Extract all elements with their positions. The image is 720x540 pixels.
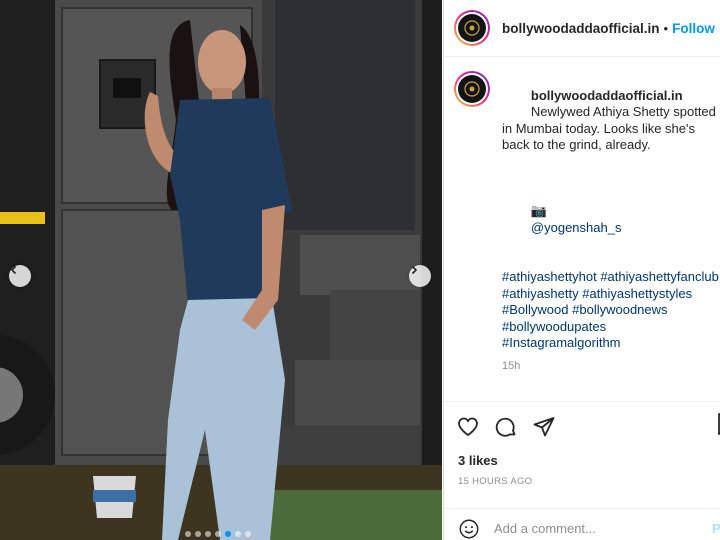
post-header: bollywoodaddaofficial.in • Follow ••• [444, 0, 720, 57]
separator-dot: • [663, 20, 669, 36]
comment-input[interactable] [494, 521, 694, 536]
hashtag-link[interactable]: #athiyashettyfanclub [600, 269, 719, 284]
caption-time[interactable]: 15h [502, 358, 720, 375]
follow-button[interactable]: Follow [672, 21, 715, 36]
caption-text: Newlywed Athiya Shetty spotted in Mumbai… [502, 104, 720, 152]
carousel-dot [185, 531, 191, 537]
chevron-right-icon [411, 265, 418, 275]
heart-icon [458, 417, 478, 436]
photo-credit-link[interactable]: @yogenshah_s [531, 220, 622, 235]
hashtag-list: #athiyashettyhot #athiyashettyfanclub #a… [502, 269, 720, 352]
carousel-next-button[interactable] [409, 265, 431, 287]
smiley-icon [459, 519, 479, 538]
paper-plane-icon [533, 416, 555, 436]
share-button[interactable] [532, 415, 556, 439]
caption-text-block: bollywoodaddaofficial.in Newlywed Athiya… [502, 71, 720, 400]
hashtag-link[interactable]: #bollywoodupates [502, 319, 606, 334]
comment-button[interactable] [494, 415, 518, 439]
caption-section: bollywoodaddaofficial.in Newlywed Athiya… [444, 57, 720, 400]
carousel-previous-button[interactable] [9, 265, 31, 287]
author-username[interactable]: bollywoodaddaofficial.in [502, 21, 660, 36]
carousel-dot [195, 531, 201, 537]
caption-username[interactable]: bollywoodaddaofficial.in [531, 88, 683, 103]
author-avatar[interactable] [454, 10, 490, 46]
likes-count[interactable]: 3 likes [458, 453, 498, 468]
hashtag-link[interactable]: #athiyashettyhot [502, 269, 597, 284]
carousel-dot [205, 531, 211, 537]
action-bar [444, 401, 720, 451]
carousel-dot [215, 531, 221, 537]
carousel-dot [245, 531, 251, 537]
post-side-panel: bollywoodaddaofficial.in • Follow ••• bo… [443, 0, 720, 540]
bollywood-adda-logo-icon [458, 14, 486, 42]
camera-emoji-icon: 📷 [530, 203, 548, 218]
carousel-dots [185, 531, 251, 537]
comment-bar: Post [444, 508, 720, 540]
bookmark-icon [718, 413, 720, 435]
hashtag-link[interactable]: #athiyashettystyles [582, 286, 692, 301]
hashtag-link[interactable]: #athiyashetty [502, 286, 579, 301]
hashtag-link[interactable]: #Instagramalgorithm [502, 335, 621, 350]
carousel-dot [235, 531, 241, 537]
post-photo[interactable] [0, 0, 442, 540]
post-timestamp: 15 HOURS AGO [458, 476, 533, 487]
caption-author-avatar[interactable] [454, 71, 490, 107]
photo-illustration [0, 0, 442, 540]
carousel-dot [225, 531, 231, 537]
emoji-button[interactable] [458, 518, 480, 540]
bollywood-adda-logo-icon [458, 75, 486, 103]
post-comment-button[interactable]: Post [712, 521, 720, 536]
hashtag-link[interactable]: #Bollywood [502, 302, 569, 317]
save-button[interactable] [716, 412, 720, 441]
like-button[interactable] [456, 415, 480, 439]
hashtag-link[interactable]: #bollywoodnews [572, 302, 667, 317]
chevron-left-icon [10, 265, 17, 275]
comment-icon [495, 417, 516, 437]
